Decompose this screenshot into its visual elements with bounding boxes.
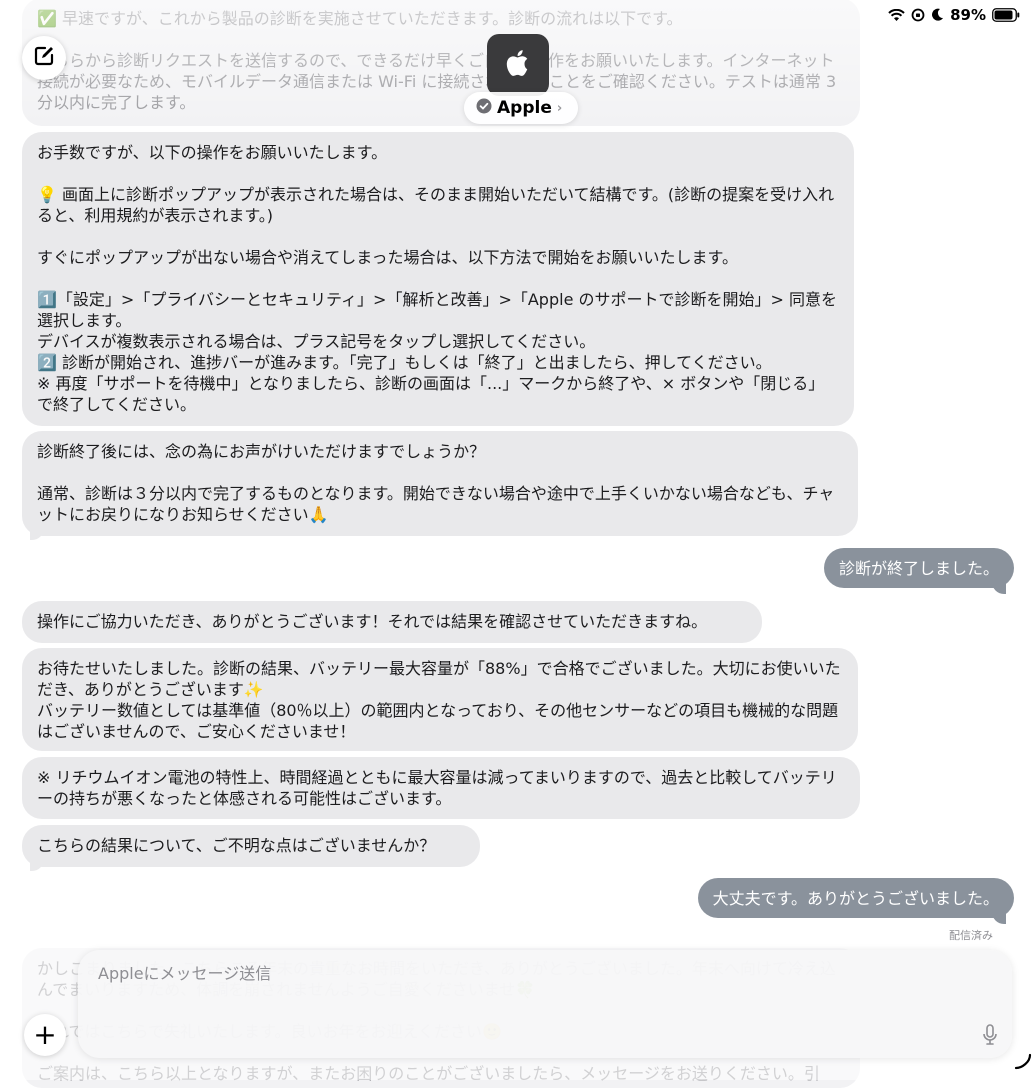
bubble-tail [30, 528, 44, 540]
contact-name-pill[interactable]: Apple › [464, 92, 579, 124]
incoming-message-bubble: 診断終了後には、念の為にお声がけいただけますでしょうか？ 通常、診断は３分以内で… [22, 431, 858, 536]
incoming-message-bubble: ※ リチウムイオン電池の特性上、時間経過とともに最大容量は減ってまいりますので、… [22, 757, 860, 819]
message-thread: ✅ 早速ですが、これから製品の診断を実施させていただきます。診断の流れは以下です… [0, 0, 1036, 1088]
contact-name: Apple [497, 98, 552, 118]
do-not-disturb-moon-icon [931, 8, 944, 22]
outgoing-message-bubble: 診断が終了しました。 [823, 548, 1014, 588]
orientation-lock-icon [911, 8, 925, 22]
incoming-message-bubble: お待たせいたしました。診断の結果、バッテリー最大容量が「88%」で合格でございま… [22, 648, 858, 751]
wifi-icon [888, 8, 905, 22]
battery-icon [992, 8, 1020, 22]
outgoing-message-bubble: 大丈夫です。ありがとうございました。 [697, 878, 1014, 918]
contact-avatar[interactable] [487, 34, 549, 96]
compose-button[interactable] [22, 36, 66, 80]
incoming-message-bubble: こちらの結果について、ご不明な点はございませんか？ [22, 825, 480, 867]
status-bar: 89% [888, 6, 1020, 24]
plus-icon: + [33, 1018, 57, 1051]
bubble-tail [992, 912, 1006, 924]
microphone-icon[interactable] [982, 1024, 998, 1050]
compose-icon [33, 45, 55, 71]
incoming-message-bubble: 操作にご協力いただき、ありがとうございます！それでは結果を確認させていただきます… [22, 601, 762, 643]
battery-percent: 89% [950, 6, 986, 24]
incoming-message-bubble: ✅ 早速ですが、これから製品の診断を実施させていただきます。診断の流れは以下です… [22, 0, 860, 126]
add-attachment-button[interactable]: + [24, 1014, 66, 1056]
bubble-tail [992, 582, 1006, 594]
bubble-tail [30, 859, 44, 871]
chevron-right-icon: › [556, 100, 563, 116]
incoming-message-bubble: お手数ですが、以下の操作をお願いいたします。 💡 画面上に診断ポップアップが表示… [22, 132, 854, 426]
delivered-label: 配信済み [949, 929, 993, 942]
message-input[interactable] [96, 960, 960, 986]
message-composer [78, 950, 1012, 1058]
apple-logo-icon [504, 47, 532, 83]
resize-handle-icon[interactable] [1014, 1052, 1032, 1074]
verified-badge-icon [476, 98, 492, 119]
